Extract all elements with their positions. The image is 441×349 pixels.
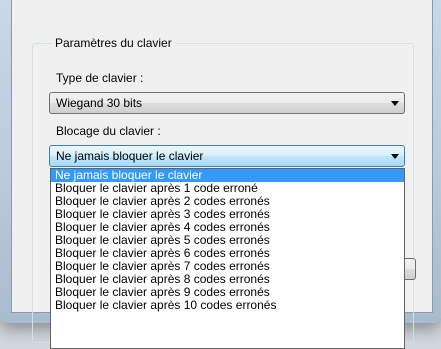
dropdown-option[interactable]: Bloquer le clavier après 10 codes erroné…	[51, 299, 404, 312]
chevron-down-icon	[391, 154, 399, 159]
keyboard-type-select[interactable]: Wiegand 30 bits	[49, 92, 405, 114]
keyboard-lock-dropdown-list: Ne jamais bloquer le clavier Bloquer le …	[50, 168, 405, 349]
keyboard-type-value: Wiegand 30 bits	[56, 96, 143, 110]
chevron-down-icon	[391, 101, 399, 106]
keyboard-lock-select[interactable]: Ne jamais bloquer le clavier	[49, 145, 405, 167]
keyboard-type-label: Type de clavier :	[56, 71, 144, 85]
keyboard-lock-label: Blocage du clavier :	[56, 124, 161, 138]
hidden-button-edge[interactable]	[404, 258, 416, 280]
keyboard-lock-value: Ne jamais bloquer le clavier	[56, 149, 204, 163]
keyboard-settings-title: Paramètres du clavier	[52, 37, 175, 50]
